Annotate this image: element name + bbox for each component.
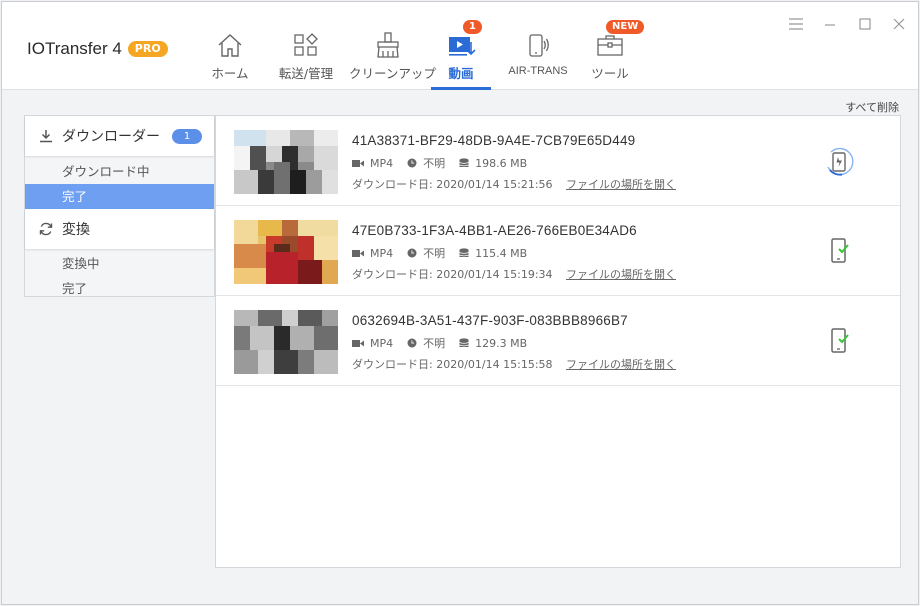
app-name: IOTransfer 4 (27, 39, 122, 58)
video-count-badge: 1 (463, 20, 482, 34)
refresh-icon (39, 222, 53, 236)
open-file-location-link[interactable]: ファイルの場所を開く (566, 178, 676, 191)
database-icon (459, 338, 469, 347)
sidebar-item-converting[interactable]: 変換中 (25, 251, 214, 276)
video-title: 0632694B-3A51-437F-903F-083BBB8966B7 (352, 313, 628, 328)
broom-icon (377, 32, 399, 58)
nav-air-trans[interactable]: AIR-TRANS (495, 2, 581, 90)
tools-new-badge: NEW (606, 20, 645, 34)
video-list: 41A38371-BF29-48DB-9A4E-7CB79E65D449 MP4… (215, 115, 901, 568)
menu-icon[interactable] (788, 16, 804, 32)
downloader-count-badge: 1 (172, 129, 202, 144)
database-icon (459, 248, 469, 257)
video-format: MP4 (370, 246, 394, 260)
video-meta: MP4 不明 115.4 MB (352, 245, 541, 261)
clock-icon (407, 158, 417, 168)
download-date: 2020/01/14 15:19:34 (436, 268, 553, 281)
video-duration: 不明 (423, 337, 446, 350)
video-row[interactable]: 0632694B-3A51-437F-903F-083BBB8966B7 MP4… (216, 296, 900, 386)
downloader-header[interactable]: ダウンローダー 1 (25, 116, 214, 156)
maximize-icon[interactable] (857, 16, 873, 32)
downloader-label: ダウンローダー (62, 129, 160, 145)
download-date: 2020/01/14 15:15:58 (436, 358, 553, 371)
video-size: 198.6 MB (475, 156, 528, 170)
download-icon (40, 130, 52, 143)
close-icon[interactable] (891, 16, 907, 32)
phone-check-icon[interactable] (822, 324, 856, 358)
video-row[interactable]: 47E0B733-1F3A-4BB1-AE26-766EB0E34AD6 MP4… (216, 206, 900, 296)
wireless-phone-icon (529, 34, 549, 57)
video-meta: MP4 不明 129.3 MB (352, 335, 541, 351)
convert-label: 変換 (62, 222, 90, 238)
toolbox-icon (597, 35, 623, 56)
video-duration: 不明 (423, 157, 446, 170)
sidebar-item-downloaded[interactable]: 完了 (25, 184, 214, 209)
download-date-label: ダウンロード日: (352, 358, 433, 371)
sidebar-item-downloading[interactable]: ダウンロード中 (25, 159, 214, 184)
minimize-icon[interactable] (822, 16, 838, 32)
video-duration: 不明 (423, 247, 446, 260)
video-thumbnail (234, 130, 338, 194)
video-meta: MP4 不明 198.6 MB (352, 155, 541, 171)
video-title: 47E0B733-1F3A-4BB1-AE26-766EB0E34AD6 (352, 223, 637, 238)
grid-icon (294, 33, 318, 56)
phone-transfer-icon[interactable] (822, 145, 856, 179)
pro-badge: PRO (127, 41, 168, 57)
video-size: 129.3 MB (475, 336, 528, 350)
video-format: MP4 (370, 156, 394, 170)
nav-tools-label: ツール (591, 66, 629, 81)
open-file-location-link[interactable]: ファイルの場所を開く (566, 358, 676, 371)
download-date-label: ダウンロード日: (352, 268, 433, 281)
nav-home[interactable]: ホーム (197, 2, 263, 90)
database-icon (459, 158, 469, 167)
download-date-label: ダウンロード日: (352, 178, 433, 191)
sidebar: ダウンローダー 1 ダウンロード中 完了 変換 変換中 完了 (24, 115, 215, 297)
convert-header[interactable]: 変換 (25, 209, 214, 249)
video-thumbnail (234, 310, 338, 374)
video-thumbnail (234, 220, 338, 284)
brand: IOTransfer 4 PRO (27, 39, 168, 59)
download-date-line: ダウンロード日: 2020/01/14 15:21:56 ファイルの場所を開く (352, 176, 676, 192)
video-title: 41A38371-BF29-48DB-9A4E-7CB79E65D449 (352, 133, 636, 148)
nav-air-trans-label: AIR-TRANS (508, 65, 568, 77)
clock-icon (407, 248, 417, 258)
camera-icon (352, 249, 364, 257)
home-icon (218, 34, 242, 57)
phone-check-icon[interactable] (822, 234, 856, 268)
sidebar-item-converted[interactable]: 完了 (25, 276, 214, 301)
camera-icon (352, 339, 364, 347)
nav-video-label: 動画 (448, 66, 474, 81)
download-date-line: ダウンロード日: 2020/01/14 15:19:34 ファイルの場所を開く (352, 266, 676, 282)
open-file-location-link[interactable]: ファイルの場所を開く (566, 268, 676, 281)
nav-cleanup-label: クリーンアップ (349, 66, 436, 81)
clock-icon (407, 338, 417, 348)
app-window: IOTransfer 4 PRO ホーム 転送/管理 クリーンアップ 1 動画 … (1, 1, 919, 605)
video-format: MP4 (370, 336, 394, 350)
download-date: 2020/01/14 15:21:56 (436, 178, 553, 191)
main-nav: ホーム 転送/管理 クリーンアップ 1 動画 AIR-TRANS NEW ツール (197, 2, 645, 90)
camera-icon (352, 159, 364, 167)
video-row[interactable]: 41A38371-BF29-48DB-9A4E-7CB79E65D449 MP4… (216, 116, 900, 206)
nav-tools[interactable]: NEW ツール (581, 2, 645, 90)
nav-cleanup[interactable]: クリーンアップ (349, 2, 436, 90)
video-size: 115.4 MB (475, 246, 528, 260)
clear-all-link[interactable]: すべて削除 (845, 99, 899, 115)
nav-transfer-label: 転送/管理 (278, 66, 334, 81)
top-bar: IOTransfer 4 PRO ホーム 転送/管理 クリーンアップ 1 動画 … (2, 2, 918, 90)
nav-home-label: ホーム (211, 66, 249, 81)
nav-transfer[interactable]: 転送/管理 (263, 2, 349, 90)
nav-video[interactable]: 1 動画 (427, 2, 495, 90)
video-download-icon (449, 37, 476, 56)
download-date-line: ダウンロード日: 2020/01/14 15:15:58 ファイルの場所を開く (352, 356, 676, 372)
